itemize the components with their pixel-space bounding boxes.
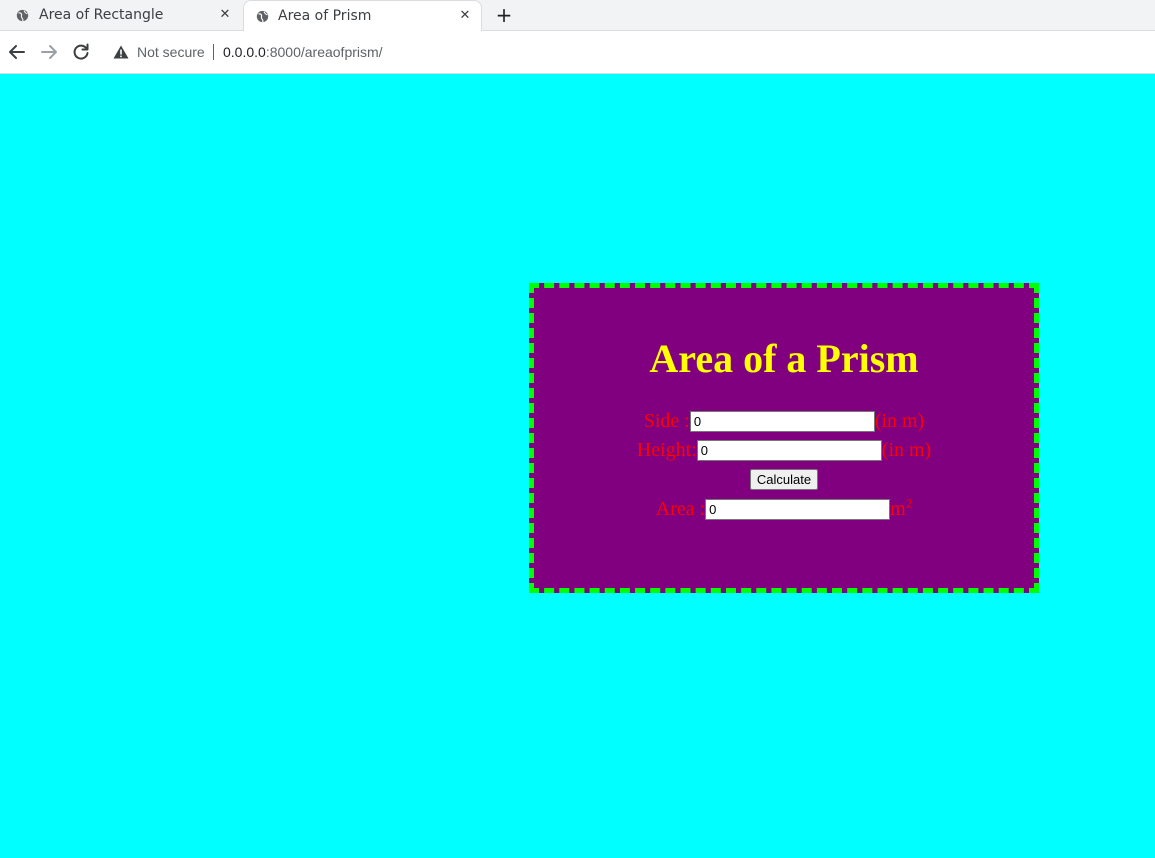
url-text[interactable]: 0.0.0.0:8000/areaofprism/ — [223, 43, 383, 61]
area-row: Area : m2 — [534, 495, 1034, 520]
url-path: :8000/areaofprism/ — [265, 44, 383, 60]
tab-title: Area of Prism — [278, 8, 372, 24]
area-unit: m2 — [890, 495, 913, 520]
browser-toolbar: Not secure 0.0.0.0:8000/areaofprism/ — [0, 31, 1155, 74]
area-label: Area : — [655, 498, 706, 520]
calculate-row: Calculate — [534, 467, 1034, 490]
divider — [213, 44, 214, 60]
calculate-button[interactable]: Calculate — [749, 469, 819, 490]
area-unit-exponent: 2 — [905, 495, 913, 511]
close-tab-icon[interactable]: ✕ — [457, 8, 473, 24]
area-unit-base: m — [890, 498, 906, 520]
new-tab-button[interactable]: + — [494, 5, 514, 25]
warning-icon[interactable] — [113, 45, 129, 59]
tab-title: Area of Rectangle — [39, 7, 164, 23]
side-row: Side : (in m) — [534, 410, 1034, 432]
tab-strip: Area of Rectangle ✕ Area of Prism ✕ + — [0, 0, 1155, 32]
globe-icon — [16, 9, 29, 22]
prism-calculator-card: Area of a Prism Side : (in m) Height: (in … — [529, 283, 1039, 593]
back-arrow-icon[interactable] — [7, 42, 27, 62]
reload-icon[interactable] — [71, 42, 91, 62]
address-bar[interactable]: Not secure 0.0.0.0:8000/areaofprism/ — [103, 36, 1143, 68]
close-tab-icon[interactable]: ✕ — [217, 7, 233, 23]
url-host: 0.0.0.0 — [223, 44, 266, 60]
tab-area-of-rectangle[interactable]: Area of Rectangle ✕ — [0, 0, 241, 31]
globe-icon — [256, 10, 269, 23]
height-row: Height: (in m) — [534, 439, 1034, 461]
height-unit: (in m) — [881, 439, 932, 461]
area-output[interactable] — [705, 499, 891, 520]
side-input[interactable] — [689, 411, 875, 432]
tab-area-of-prism[interactable]: Area of Prism ✕ — [243, 0, 482, 32]
page-title: Area of a Prism — [649, 336, 919, 381]
side-label: Side : — [643, 410, 690, 432]
security-status[interactable]: Not secure — [137, 43, 205, 61]
forward-arrow-icon[interactable] — [39, 42, 59, 62]
height-input[interactable] — [696, 440, 882, 461]
height-label: Height: — [636, 439, 697, 461]
page-viewport: Area of a Prism Side : (in m) Height: (in … — [0, 74, 1155, 858]
side-unit: (in m) — [874, 410, 925, 432]
